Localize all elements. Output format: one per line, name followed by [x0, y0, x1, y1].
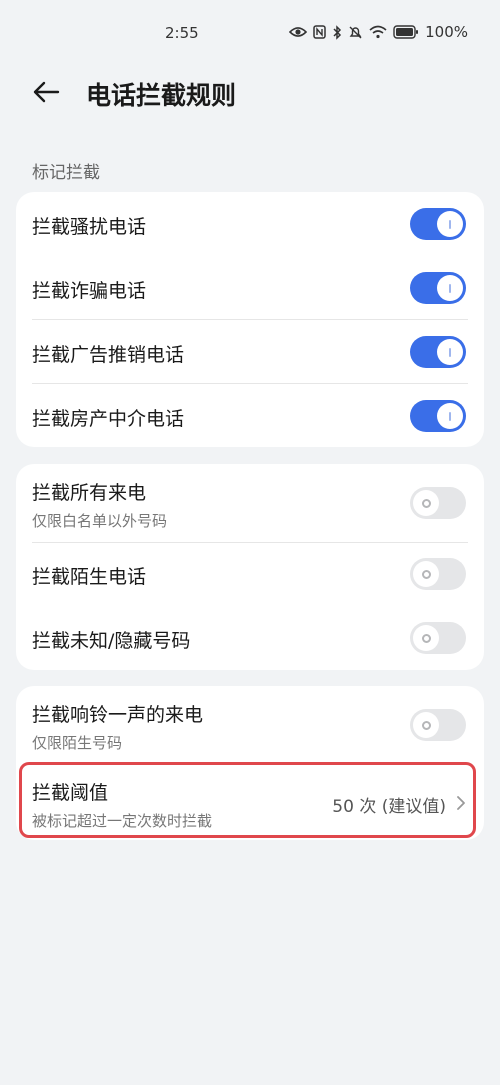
row-label: 拦截阈值 — [32, 782, 109, 804]
status-time: 2:55 — [165, 24, 199, 42]
status-bar: 2:55 100% — [0, 0, 500, 66]
back-button[interactable] — [28, 76, 64, 112]
row-block-all[interactable]: 拦截所有来电 仅限白名单以外号码 — [16, 464, 484, 542]
toggle-block-hidden[interactable] — [410, 622, 466, 654]
row-block-ads[interactable]: 拦截广告推销电话 — [16, 320, 484, 384]
row-label: 拦截陌生电话 — [32, 566, 147, 588]
row-label: 拦截诈骗电话 — [32, 280, 147, 302]
battery-percent: 100% — [425, 23, 468, 41]
page-title: 电话拦截规则 — [86, 81, 237, 110]
toggle-block-all[interactable] — [410, 487, 466, 519]
toggle-knob — [413, 712, 439, 738]
row-block-fraud[interactable]: 拦截诈骗电话 — [16, 256, 484, 320]
card-call-block: 拦截所有来电 仅限白名单以外号码 拦截陌生电话 拦截未知/隐藏号码 — [16, 464, 484, 670]
eye-icon — [289, 26, 308, 38]
row-block-harassment[interactable]: 拦截骚扰电话 — [16, 192, 484, 256]
card-mark-intercept: 拦截骚扰电话 拦截诈骗电话 拦截广告推销电话 拦截房产中介电话 — [16, 192, 484, 447]
row-sublabel: 被标记超过一定次数时拦截 — [32, 812, 213, 830]
row-block-threshold[interactable]: 拦截阈值 被标记超过一定次数时拦截 50 次 (建议值) — [16, 764, 484, 840]
toggle-block-ads[interactable] — [410, 336, 466, 368]
card-ring-once: 拦截响铃一声的来电 仅限陌生号码 拦截阈值 被标记超过一定次数时拦截 50 次 … — [16, 686, 484, 840]
section-label-mark: 标记拦截 — [32, 163, 100, 183]
row-block-real-estate[interactable]: 拦截房产中介电话 — [16, 384, 484, 447]
toggle-knob — [413, 490, 439, 516]
battery-icon — [393, 25, 419, 39]
chevron-right-icon — [454, 795, 468, 810]
row-block-hidden[interactable]: 拦截未知/隐藏号码 — [16, 606, 484, 670]
row-label: 拦截骚扰电话 — [32, 216, 147, 238]
row-block-strangers[interactable]: 拦截陌生电话 — [16, 542, 484, 606]
toggle-block-strangers[interactable] — [410, 558, 466, 590]
app-bar: 电话拦截规则 — [0, 66, 500, 122]
row-label: 拦截响铃一声的来电 — [32, 704, 204, 726]
toggle-knob — [437, 275, 463, 301]
threshold-value: 50 次 (建议值) — [332, 797, 446, 817]
bluetooth-icon — [332, 24, 342, 40]
toggle-knob — [437, 339, 463, 365]
toggle-block-fraud[interactable] — [410, 272, 466, 304]
nfc-icon — [313, 25, 326, 39]
mute-icon — [348, 25, 363, 40]
row-sublabel: 仅限陌生号码 — [32, 734, 123, 752]
status-icons: 100% — [289, 23, 468, 41]
toggle-knob — [437, 211, 463, 237]
row-label: 拦截未知/隐藏号码 — [32, 630, 191, 652]
toggle-block-real-estate[interactable] — [410, 400, 466, 432]
toggle-knob — [437, 403, 463, 429]
arrow-left-icon — [32, 80, 60, 108]
row-label: 拦截广告推销电话 — [32, 344, 185, 366]
toggle-knob — [413, 561, 439, 587]
toggle-knob — [413, 625, 439, 651]
row-block-ring-once[interactable]: 拦截响铃一声的来电 仅限陌生号码 — [16, 686, 484, 764]
toggle-block-ring-once[interactable] — [410, 709, 466, 741]
row-label: 拦截房产中介电话 — [32, 408, 185, 430]
row-label: 拦截所有来电 — [32, 482, 147, 504]
row-sublabel: 仅限白名单以外号码 — [32, 512, 168, 530]
wifi-icon — [369, 25, 387, 39]
toggle-block-harassment[interactable] — [410, 208, 466, 240]
